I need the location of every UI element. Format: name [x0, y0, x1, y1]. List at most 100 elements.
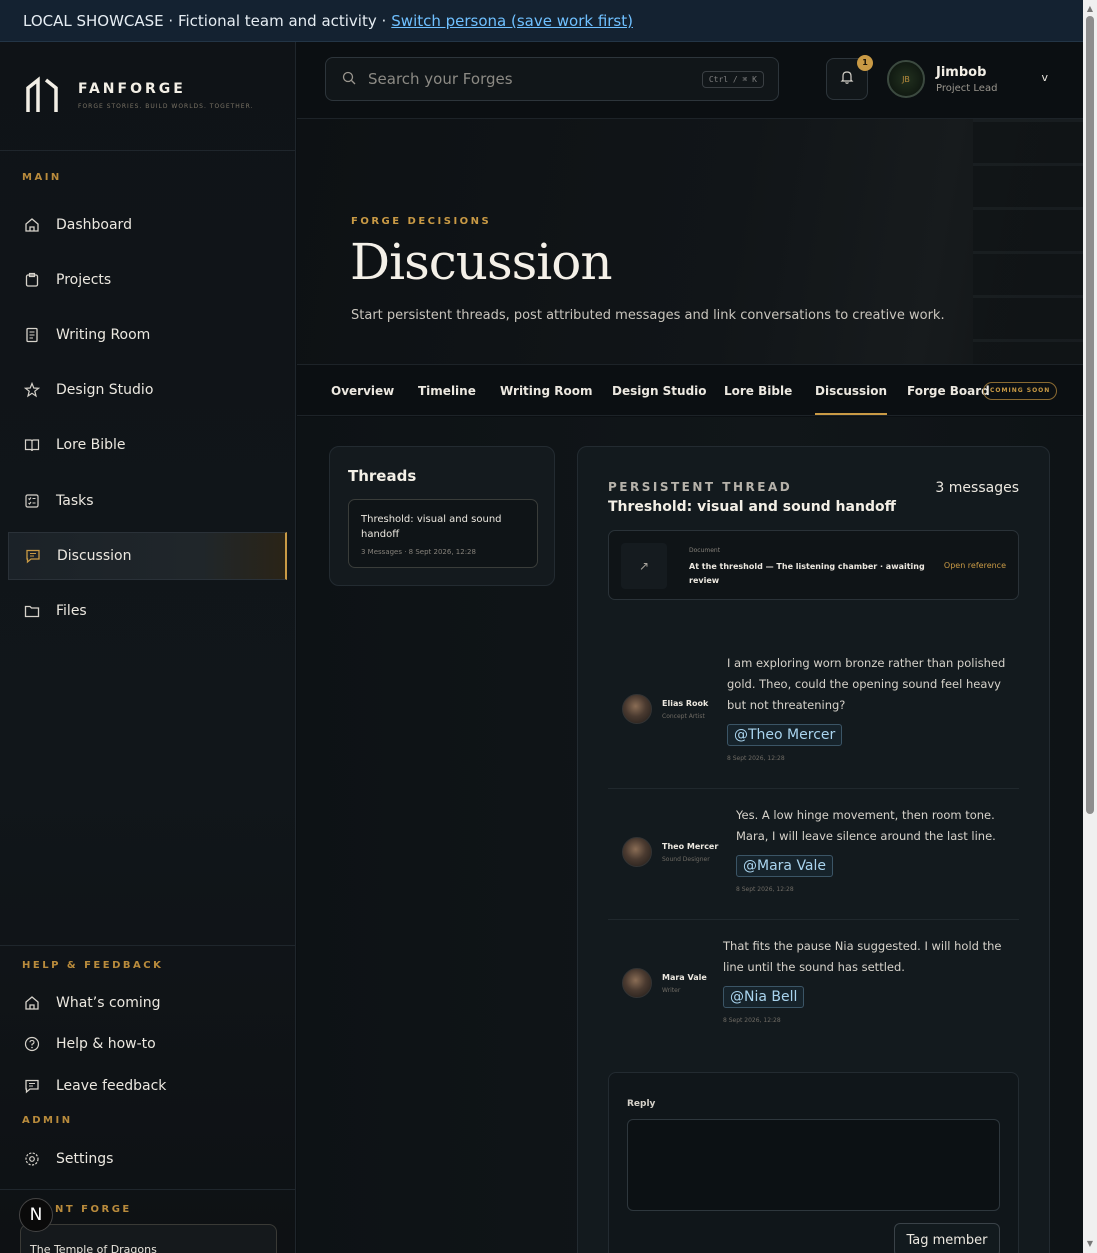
author-name: Mara Vale	[662, 972, 707, 982]
sidebar-item-label: What’s coming	[56, 995, 161, 1011]
chevron-down-icon[interactable]: v	[1041, 71, 1048, 84]
search-placeholder: Search your Forges	[368, 70, 513, 88]
star-icon	[24, 382, 40, 398]
switch-persona-link[interactable]: Switch persona (save work first)	[391, 12, 633, 30]
author-role: Writer	[662, 986, 681, 994]
bell-icon	[839, 69, 855, 89]
sidebar-item-help[interactable]: Help & how-to	[8, 1025, 287, 1063]
showcase-banner: LOCAL SHOWCASE · Fictional team and acti…	[0, 0, 1083, 42]
sidebar-item-whats-coming[interactable]: What’s coming	[8, 984, 287, 1022]
thread-item-title: Threshold: visual and sound handoff	[361, 514, 502, 540]
avatar	[622, 968, 652, 998]
tab-lore-bible[interactable]: Lore Bible	[724, 384, 792, 398]
tab-overview[interactable]: Overview	[331, 384, 394, 398]
sidebar-item-design-studio[interactable]: Design Studio	[8, 366, 287, 414]
sidebar-item-label: Writing Room	[56, 327, 151, 343]
user-menu[interactable]: JB Jimbob Project Lead v	[887, 58, 1054, 100]
current-forge-name: The Temple of Dragons	[30, 1243, 157, 1253]
thread-item-meta: 3 Messages · 8 Sept 2026, 12:28	[361, 548, 476, 556]
scrollbar-thumb[interactable]	[1086, 16, 1094, 814]
scroll-up-icon[interactable]: ▲	[1083, 2, 1097, 16]
sidebar-item-label: Lore Bible	[56, 437, 126, 453]
sidebar-item-projects[interactable]: Projects	[8, 256, 287, 304]
hero-eyebrow: FORGE DECISIONS	[351, 216, 492, 227]
message-timestamp: 8 Sept 2026, 12:28	[723, 1017, 781, 1024]
author-name: Elias Rook	[662, 698, 709, 708]
author-name: Theo Mercer	[662, 841, 719, 851]
tag-member-button[interactable]: Tag member	[894, 1223, 1000, 1253]
sidebar-item-tasks[interactable]: Tasks	[8, 477, 287, 525]
reply-textarea[interactable]	[627, 1119, 1000, 1211]
avatar	[622, 694, 652, 724]
chat-icon	[25, 548, 41, 564]
message-count: 3 messages	[935, 480, 1019, 496]
reply-form: Reply Tag member	[608, 1072, 1019, 1253]
coming-soon-badge: COMING SOON	[983, 382, 1058, 400]
scroll-down-icon[interactable]: ▼	[1083, 1237, 1097, 1251]
message-author: Elias Rook Concept Artist	[622, 694, 708, 724]
message-author: Theo Mercer Sound Designer	[622, 837, 718, 867]
tab-forge-board[interactable]: Forge Board	[907, 384, 990, 398]
tab-timeline[interactable]: Timeline	[418, 384, 476, 398]
bookshelf-image	[973, 119, 1083, 364]
author-role: Sound Designer	[662, 855, 710, 863]
mention-chip[interactable]: @Nia Bell	[723, 986, 805, 1008]
section-label-current-forge: NT FORGE	[55, 1204, 132, 1215]
open-reference-link[interactable]: Open reference	[944, 561, 1006, 570]
message-text: I am exploring worn bronze rather than p…	[727, 656, 1006, 712]
search-icon	[342, 70, 356, 89]
tab-writing-room[interactable]: Writing Room	[500, 384, 592, 398]
tab-discussion[interactable]: Discussion	[815, 384, 888, 415]
section-label-main: MAIN	[22, 172, 62, 183]
current-forge-card[interactable]: The Temple of Dragons	[20, 1224, 277, 1253]
thread-panel: PERSISTENT THREAD Threshold: visual and …	[577, 446, 1050, 1253]
sidebar-item-label: Discussion	[57, 548, 132, 564]
mention-chip[interactable]: @Mara Vale	[736, 855, 834, 877]
avatar	[622, 837, 652, 867]
thread-list-item[interactable]: Threshold: visual and sound handoff 3 Me…	[348, 499, 538, 568]
avatar-initials: JB	[902, 74, 910, 84]
message-timestamp: 8 Sept 2026, 12:28	[727, 755, 785, 762]
folder-icon	[24, 603, 40, 619]
search-input[interactable]: Search your Forges Ctrl / ⌘ K	[325, 57, 779, 101]
sidebar-item-files[interactable]: Files	[8, 587, 287, 635]
message-text: That fits the pause Nia suggested. I wil…	[723, 939, 1002, 974]
banner-text: LOCAL SHOWCASE · Fictional team and acti…	[23, 11, 387, 30]
page-scrollbar[interactable]: ▲ ▼	[1083, 0, 1097, 1253]
checklist-icon	[24, 493, 40, 509]
sidebar-divider	[0, 1189, 296, 1190]
sidebar-item-label: Settings	[56, 1151, 114, 1167]
message-body: That fits the pause Nia suggested. I wil…	[723, 936, 1008, 1024]
divider	[608, 788, 1019, 789]
sidebar-item-settings[interactable]: Settings	[8, 1140, 287, 1178]
home-icon	[24, 217, 40, 233]
thread-title: Threshold: visual and sound handoff	[608, 499, 896, 515]
gear-icon	[24, 1151, 40, 1167]
mention-chip[interactable]: @Theo Mercer	[727, 724, 843, 746]
brand[interactable]: FANFORGE FORGE STORIES. BUILD WORLDS. TO…	[24, 76, 253, 114]
n-badge[interactable]: N	[19, 1198, 53, 1232]
fanforge-logo-icon	[26, 76, 58, 112]
sidebar-item-label: Dashboard	[56, 217, 132, 233]
message-author: Mara Vale Writer	[622, 968, 707, 998]
question-icon	[24, 1036, 40, 1052]
sidebar-item-lore-bible[interactable]: Lore Bible	[8, 421, 287, 469]
home-icon	[24, 995, 40, 1011]
sidebar-item-discussion[interactable]: Discussion	[8, 532, 287, 580]
sidebar: FANFORGE FORGE STORIES. BUILD WORLDS. TO…	[0, 42, 296, 1253]
message-body: Yes. A low hinge movement, then room ton…	[736, 805, 1006, 893]
notifications-button[interactable]: 1	[826, 55, 873, 100]
sidebar-item-label: Tasks	[56, 493, 94, 509]
notification-count-badge: 1	[857, 55, 873, 71]
clipboard-icon	[24, 272, 40, 288]
page-hero: FORGE DECISIONS Discussion Start persist…	[297, 118, 1083, 365]
sidebar-item-dashboard[interactable]: Dashboard	[8, 201, 287, 249]
sidebar-item-label: Leave feedback	[56, 1078, 167, 1094]
arrow-up-right-icon: ↗	[621, 543, 667, 589]
book-icon	[24, 437, 40, 453]
author-role: Concept Artist	[662, 712, 705, 720]
sidebar-item-writing-room[interactable]: Writing Room	[8, 311, 287, 359]
tab-design-studio[interactable]: Design Studio	[612, 384, 707, 398]
sidebar-item-feedback[interactable]: Leave feedback	[8, 1067, 287, 1105]
search-shortcut: Ctrl / ⌘ K	[701, 71, 764, 88]
